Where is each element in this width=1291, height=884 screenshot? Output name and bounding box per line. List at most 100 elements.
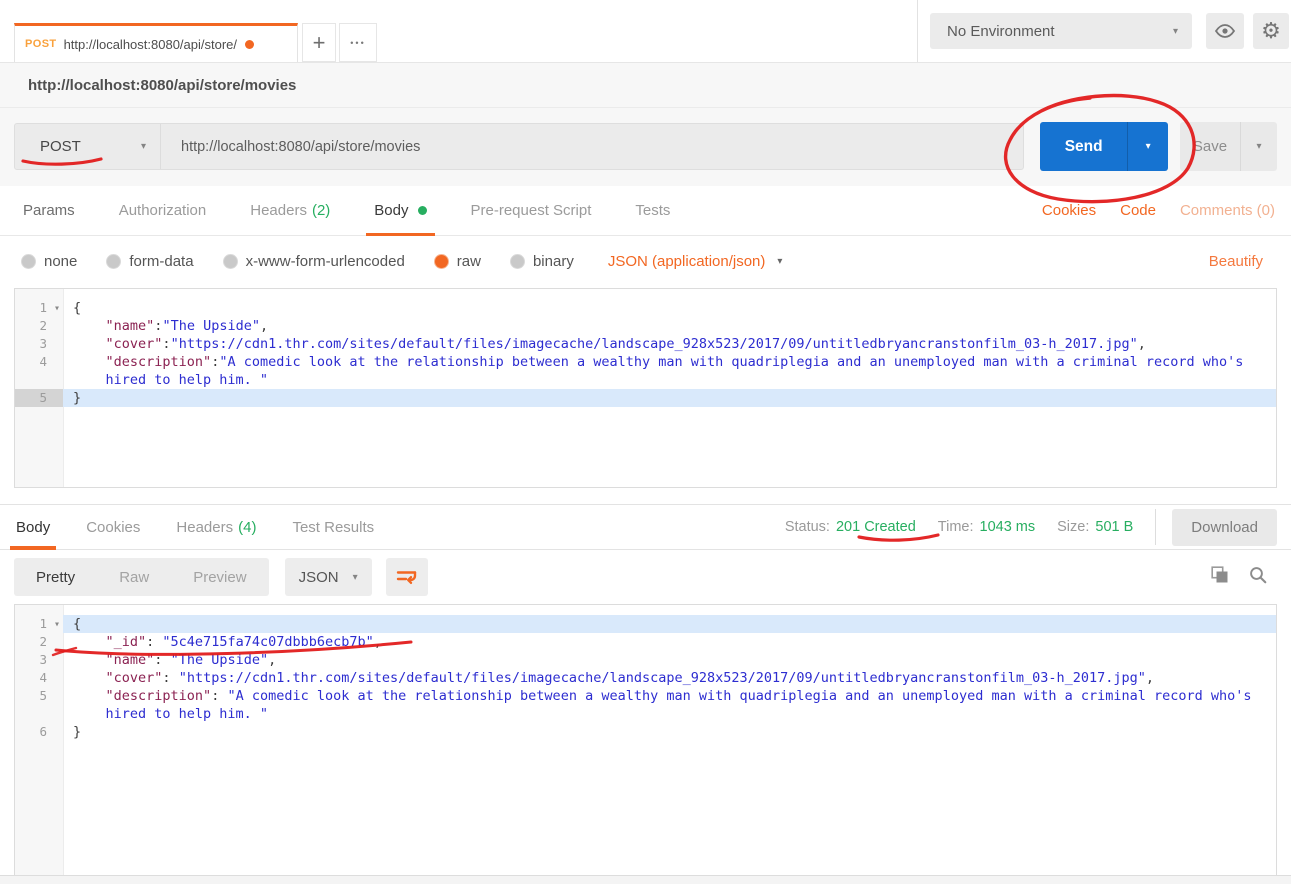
code-text: hired to help him. " xyxy=(63,705,1276,723)
code-token: { xyxy=(73,616,81,632)
radio-icon xyxy=(107,255,120,268)
line-number xyxy=(15,705,63,723)
code-text[interactable]: } xyxy=(63,389,1276,407)
request-tab-authorization[interactable]: Authorization xyxy=(116,186,210,235)
code-link[interactable]: Code xyxy=(1120,202,1156,219)
radio-icon xyxy=(22,255,35,268)
tab-label: Authorization xyxy=(119,202,207,219)
body-mode-binary[interactable]: binary xyxy=(511,253,574,270)
request-tab-headers[interactable]: Headers(2) xyxy=(247,186,333,235)
response-tab-headers[interactable]: Headers(4) xyxy=(174,505,258,549)
code-line[interactable]: 5} xyxy=(15,389,1276,407)
code-line[interactable]: 4 "description":"A comedic look at the r… xyxy=(15,353,1276,371)
code-token: , xyxy=(268,652,276,668)
environment-value: No Environment xyxy=(947,23,1055,40)
code-text: { xyxy=(63,615,1276,633)
response-tab-cookies[interactable]: Cookies xyxy=(84,505,142,549)
search-response-button[interactable] xyxy=(1249,566,1267,589)
radio-icon xyxy=(224,255,237,268)
chevron-down-icon: ▾ xyxy=(777,256,782,267)
request-tab-pre-request-script[interactable]: Pre-request Script xyxy=(468,186,595,235)
code-token: "https://cdn1.thr.com/sites/default/file… xyxy=(179,670,1146,686)
request-tab-params[interactable]: Params xyxy=(20,186,78,235)
send-button[interactable]: Send xyxy=(1040,122,1127,171)
code-line[interactable]: 1▾{ xyxy=(15,299,1276,317)
save-button[interactable]: Save xyxy=(1180,122,1240,171)
code-text[interactable]: hired to help him. " xyxy=(63,371,1276,389)
request-tab-open[interactable]: POST http://localhost:8080/api/store/ xyxy=(14,23,298,62)
code-token: "name" xyxy=(106,652,155,668)
wrap-text-icon xyxy=(396,568,418,586)
request-body-editor[interactable]: 1▾{2 "name":"The Upside",3 "cover":"http… xyxy=(14,288,1277,488)
radio-icon xyxy=(511,255,524,268)
environment-quick-look-button[interactable] xyxy=(1206,13,1244,49)
status-value: 201 Created xyxy=(836,519,916,535)
code-text[interactable]: "name":"The Upside", xyxy=(63,317,1276,335)
method-select[interactable]: POST ▾ xyxy=(15,124,161,169)
response-tab-body[interactable]: Body xyxy=(14,505,52,549)
code-token xyxy=(73,634,106,650)
beautify-link[interactable]: Beautify xyxy=(1209,253,1263,270)
more-tabs-button[interactable]: ••• xyxy=(339,23,377,62)
environment-select[interactable]: No Environment ▾ xyxy=(930,13,1192,49)
line-number: 4 xyxy=(15,353,63,371)
code-token xyxy=(73,688,106,704)
green-dot-icon xyxy=(418,206,427,215)
tab-label: Body xyxy=(374,202,408,219)
send-options-button[interactable]: ▾ xyxy=(1127,122,1168,171)
request-editor-area: 1▾{2 "name":"The Upside",3 "cover":"http… xyxy=(0,286,1291,504)
code-text[interactable]: { xyxy=(63,299,1276,317)
view-raw[interactable]: Raw xyxy=(97,558,171,596)
line-number: 5 xyxy=(15,687,63,705)
save-options-button[interactable]: ▾ xyxy=(1240,122,1277,171)
response-header: Body Cookies Headers(4) Test Results Status… xyxy=(0,504,1291,550)
view-preview[interactable]: Preview xyxy=(171,558,268,596)
settings-button[interactable]: ⚙ xyxy=(1253,13,1289,49)
code-token: "_id" xyxy=(106,634,147,650)
body-mode-x-www-form-urlencoded[interactable]: x-www-form-urlencoded xyxy=(224,253,405,270)
request-links: Cookies Code Comments (0) xyxy=(1042,186,1291,235)
copy-icon xyxy=(1211,566,1229,584)
code-line[interactable]: hired to help him. " xyxy=(15,371,1276,389)
mode-label: x-www-form-urlencoded xyxy=(246,253,405,270)
request-tab-tests[interactable]: Tests xyxy=(632,186,673,235)
line-number: 1▾ xyxy=(15,615,63,633)
mode-label: binary xyxy=(533,253,574,270)
fold-arrow-icon[interactable]: ▾ xyxy=(54,300,60,318)
mode-label: none xyxy=(44,253,77,270)
response-tab-test-results[interactable]: Test Results xyxy=(290,505,376,549)
code-line[interactable]: 2 "name":"The Upside", xyxy=(15,317,1276,335)
code-token: , xyxy=(374,634,382,650)
fold-arrow-icon[interactable]: ▾ xyxy=(54,616,60,634)
body-mode-raw[interactable]: raw xyxy=(435,253,481,270)
mode-label: form-data xyxy=(129,253,193,270)
response-status-group: Status: 201 Created Time: 1043 ms Size: … xyxy=(785,509,1291,546)
body-mode-row: none form-data x-www-form-urlencoded raw bin… xyxy=(0,236,1291,286)
code-token: "A comedic look at the relationship betw… xyxy=(219,354,1243,370)
code-line[interactable]: 3 "cover":"https://cdn1.thr.com/sites/de… xyxy=(15,335,1276,353)
body-mode-none[interactable]: none xyxy=(22,253,77,270)
content-type-select[interactable]: JSON (application/json) ▾ xyxy=(608,253,783,270)
request-tab-body[interactable]: Body xyxy=(371,186,429,235)
time-value: 1043 ms xyxy=(980,519,1036,535)
code-token: } xyxy=(73,390,81,406)
view-pretty[interactable]: Pretty xyxy=(14,558,97,596)
send-button-group: Send ▾ xyxy=(1040,122,1168,171)
comments-link[interactable]: Comments (0) xyxy=(1180,202,1275,219)
response-controls: PrettyRawPreview JSON ▾ xyxy=(0,550,1291,604)
new-tab-button[interactable]: + xyxy=(302,23,336,62)
copy-response-button[interactable] xyxy=(1211,566,1229,589)
wrap-lines-button[interactable] xyxy=(386,558,428,596)
cookies-link[interactable]: Cookies xyxy=(1042,202,1096,219)
request-title-bar: http://localhost:8080/api/store/movies xyxy=(0,62,1291,108)
response-format-select[interactable]: JSON ▾ xyxy=(285,558,372,596)
top-bar: POST http://localhost:8080/api/store/ + … xyxy=(0,0,1291,62)
url-input[interactable]: http://localhost:8080/api/store/movies xyxy=(161,139,1023,155)
download-button[interactable]: Download xyxy=(1172,509,1277,546)
time-label: Time: xyxy=(938,519,974,535)
code-text[interactable]: "description":"A comedic look at the rel… xyxy=(63,353,1276,371)
line-number: 4 xyxy=(15,669,63,687)
code-text[interactable]: "cover":"https://cdn1.thr.com/sites/defa… xyxy=(63,335,1276,353)
chevron-down-icon: ▾ xyxy=(1256,141,1261,152)
body-mode-form-data[interactable]: form-data xyxy=(107,253,193,270)
